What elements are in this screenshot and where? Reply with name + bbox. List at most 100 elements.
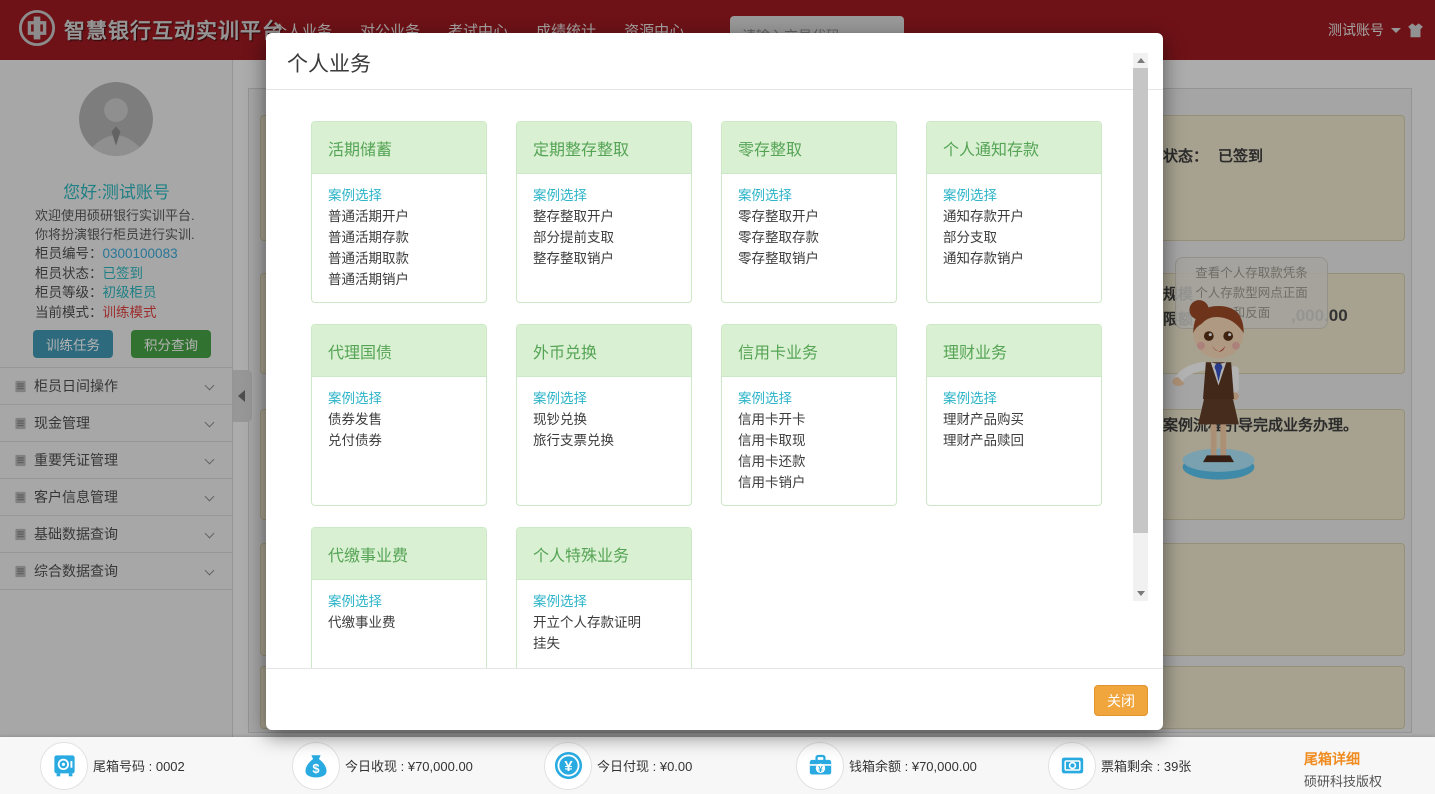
footer-stat-label: 今日收现 : ¥70,000.00 (345, 756, 473, 775)
case-select-link[interactable]: 案例选择 (328, 591, 470, 612)
case-item-债券发售[interactable]: 债券发售 (328, 409, 470, 430)
case-card-body: 案例选择普通活期开户普通活期存款普通活期取款普通活期销户 (312, 174, 486, 301)
case-card-外币兑换: 外币兑换案例选择现钞兑换旅行支票兑换 (516, 324, 692, 506)
svg-text:$: $ (312, 761, 319, 776)
modal-footer: 关闭 (266, 668, 1163, 730)
case-card-title: 外币兑换 (517, 325, 691, 377)
case-select-link[interactable]: 案例选择 (943, 388, 1085, 409)
case-item-普通活期开户[interactable]: 普通活期开户 (328, 206, 470, 227)
case-card-零存整取: 零存整取案例选择零存整取开户零存整取存款零存整取销户 (721, 121, 897, 303)
case-item-信用卡开卡[interactable]: 信用卡开卡 (738, 409, 880, 430)
case-card-title: 代缴事业费 (312, 528, 486, 580)
case-item-代缴事业费[interactable]: 代缴事业费 (328, 612, 470, 633)
case-card-代理国债: 代理国债案例选择债券发售兑付债券 (311, 324, 487, 506)
footer-stat-label: 票箱剩余 : 39张 (1101, 756, 1191, 775)
case-card-title: 个人通知存款 (927, 122, 1101, 174)
case-select-link[interactable]: 案例选择 (533, 185, 675, 206)
footer-stat-label: 尾箱号码 : 0002 (93, 756, 185, 775)
case-card-title: 个人特殊业务 (517, 528, 691, 580)
tickets-icon (1048, 742, 1096, 790)
case-item-理财产品购买[interactable]: 理财产品购买 (943, 409, 1085, 430)
scrollbar-thumb[interactable] (1133, 68, 1148, 533)
case-card-理财业务: 理财业务案例选择理财产品购买理财产品赎回 (926, 324, 1102, 506)
case-card-body: 案例选择开立个人存款证明挂失 (517, 580, 691, 665)
case-card-个人通知存款: 个人通知存款案例选择通知存款开户部分支取通知存款销户 (926, 121, 1102, 303)
case-item-信用卡还款[interactable]: 信用卡还款 (738, 451, 880, 472)
case-item-理财产品赎回[interactable]: 理财产品赎回 (943, 430, 1085, 451)
case-card-title: 定期整存整取 (517, 122, 691, 174)
case-item-开立个人存款证明[interactable]: 开立个人存款证明 (533, 612, 675, 633)
case-card-title: 理财业务 (927, 325, 1101, 377)
case-card-body: 案例选择信用卡开卡信用卡取现信用卡还款信用卡销户 (722, 377, 896, 504)
case-item-信用卡销户[interactable]: 信用卡销户 (738, 472, 880, 493)
case-card-定期整存整取: 定期整存整取案例选择整存整取开户部分提前支取整存整取销户 (516, 121, 692, 303)
case-card-信用卡业务: 信用卡业务案例选择信用卡开卡信用卡取现信用卡还款信用卡销户 (721, 324, 897, 506)
case-item-旅行支票兑换[interactable]: 旅行支票兑换 (533, 430, 675, 451)
footer-stat: 尾箱号码 : 0002 (40, 737, 185, 794)
personal-business-modal: 个人业务 活期储蓄案例选择普通活期开户普通活期存款普通活期取款普通活期销户定期整… (266, 33, 1163, 730)
modal-scrollbar (1133, 53, 1148, 601)
footer-stat: ¥ 钱箱余额 : ¥70,000.00 (796, 737, 977, 794)
card-grid: 活期储蓄案例选择普通活期开户普通活期存款普通活期取款普通活期销户定期整存整取案例… (311, 121, 1163, 668)
case-item-整存整取开户[interactable]: 整存整取开户 (533, 206, 675, 227)
case-card-个人特殊业务: 个人特殊业务案例选择开立个人存款证明挂失 (516, 527, 692, 668)
case-item-部分提前支取[interactable]: 部分提前支取 (533, 227, 675, 248)
copyright-text: 硕研科技版权 (1304, 771, 1382, 790)
case-item-通知存款开户[interactable]: 通知存款开户 (943, 206, 1085, 227)
case-select-link[interactable]: 案例选择 (738, 185, 880, 206)
case-select-link[interactable]: 案例选择 (328, 185, 470, 206)
case-item-整存整取销户[interactable]: 整存整取销户 (533, 248, 675, 269)
case-card-title: 信用卡业务 (722, 325, 896, 377)
svg-text:¥: ¥ (564, 759, 573, 775)
case-card-body: 案例选择现钞兑换旅行支票兑换 (517, 377, 691, 462)
case-item-普通活期取款[interactable]: 普通活期取款 (328, 248, 470, 269)
case-card-title: 代理国债 (312, 325, 486, 377)
case-select-link[interactable]: 案例选择 (533, 591, 675, 612)
case-item-挂失[interactable]: 挂失 (533, 633, 675, 654)
footer-stat: 票箱剩余 : 39张 (1048, 737, 1191, 794)
case-card-代缴事业费: 代缴事业费案例选择代缴事业费 (311, 527, 487, 668)
case-card-body: 案例选择零存整取开户零存整取存款零存整取销户 (722, 174, 896, 280)
close-button[interactable]: 关闭 (1094, 685, 1148, 716)
case-card-title: 活期储蓄 (312, 122, 486, 174)
case-card-body: 案例选择通知存款开户部分支取通知存款销户 (927, 174, 1101, 280)
bottom-status-bar: 尾箱详细 硕研科技版权 尾箱号码 : 0002 $ 今日收现 : ¥70,000.0… (0, 737, 1435, 794)
case-item-零存整取开户[interactable]: 零存整取开户 (738, 206, 880, 227)
cashbox-icon: ¥ (796, 742, 844, 790)
case-item-通知存款销户[interactable]: 通知存款销户 (943, 248, 1085, 269)
yuan-icon: ¥ (544, 742, 592, 790)
svg-text:¥: ¥ (818, 764, 823, 774)
triangle-up-icon (1137, 58, 1145, 63)
case-select-link[interactable]: 案例选择 (943, 185, 1085, 206)
case-item-零存整取销户[interactable]: 零存整取销户 (738, 248, 880, 269)
vault-icon (40, 742, 88, 790)
case-card-title: 零存整取 (722, 122, 896, 174)
footer-stat-label: 钱箱余额 : ¥70,000.00 (849, 756, 977, 775)
case-item-兑付债券[interactable]: 兑付债券 (328, 430, 470, 451)
scroll-down-arrow[interactable] (1133, 586, 1148, 601)
case-item-信用卡取现[interactable]: 信用卡取现 (738, 430, 880, 451)
case-item-普通活期存款[interactable]: 普通活期存款 (328, 227, 470, 248)
case-select-link[interactable]: 案例选择 (328, 388, 470, 409)
case-item-普通活期销户[interactable]: 普通活期销户 (328, 269, 470, 290)
scroll-up-arrow[interactable] (1133, 53, 1148, 68)
tailbox-detail-link[interactable]: 尾箱详细 (1304, 749, 1360, 769)
case-item-零存整取存款[interactable]: 零存整取存款 (738, 227, 880, 248)
case-card-活期储蓄: 活期储蓄案例选择普通活期开户普通活期存款普通活期取款普通活期销户 (311, 121, 487, 303)
case-select-link[interactable]: 案例选择 (533, 388, 675, 409)
case-card-body: 案例选择债券发售兑付债券 (312, 377, 486, 462)
footer-stat: $ 今日收现 : ¥70,000.00 (292, 737, 473, 794)
footer-stat: ¥ 今日付现 : ¥0.00 (544, 737, 692, 794)
case-item-现钞兑换[interactable]: 现钞兑换 (533, 409, 675, 430)
case-card-body: 案例选择代缴事业费 (312, 580, 486, 644)
case-card-body: 案例选择理财产品购买理财产品赎回 (927, 377, 1101, 462)
modal-header: 个人业务 (266, 33, 1163, 90)
triangle-down-icon (1137, 591, 1145, 596)
case-item-部分支取[interactable]: 部分支取 (943, 227, 1085, 248)
moneybag-icon: $ (292, 742, 340, 790)
modal-body: 活期储蓄案例选择普通活期开户普通活期存款普通活期取款普通活期销户定期整存整取案例… (266, 90, 1163, 668)
case-select-link[interactable]: 案例选择 (738, 388, 880, 409)
footer-stat-label: 今日付现 : ¥0.00 (597, 756, 692, 775)
modal-title: 个人业务 (287, 48, 371, 78)
case-card-body: 案例选择整存整取开户部分提前支取整存整取销户 (517, 174, 691, 280)
